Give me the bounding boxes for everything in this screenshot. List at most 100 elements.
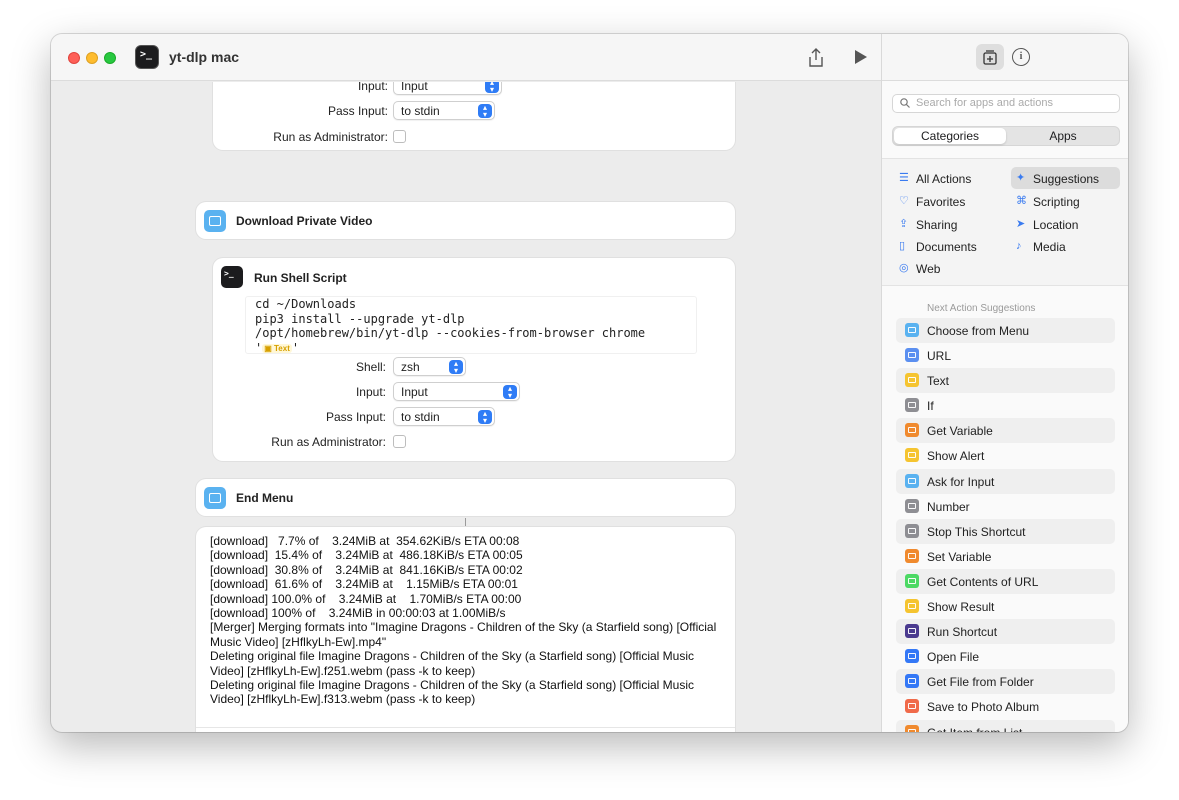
output-line: [download] 30.8% of 3.24MiB at 841.16KiB… [210, 562, 523, 577]
input-bubble-icon [905, 473, 919, 488]
share-icon: ⇪ [899, 218, 909, 230]
shell-select[interactable]: zsh ▴ ▾ [393, 357, 466, 376]
suggestion-item[interactable]: Choose from Menu [896, 318, 1115, 344]
text-variable-token[interactable]: ▣ Text [262, 343, 292, 353]
info-icon[interactable]: i [1012, 48, 1030, 66]
action-library-button[interactable] [976, 44, 1004, 70]
input-select[interactable]: Input ▴ ▾ [393, 382, 520, 401]
title-bar: >_ yt-dlp mac [51, 34, 881, 81]
pass-input-select[interactable]: to stdin ▴ ▾ [393, 101, 495, 120]
suggestion-item[interactable]: Get File from Folder [896, 669, 1115, 695]
run-shell-script-title: Run Shell Script [254, 271, 347, 285]
category-label: Web [916, 262, 941, 276]
chevron-updown-icon: ▴ ▾ [503, 385, 517, 400]
suggestion-item[interactable]: If [896, 393, 1115, 418]
suggestion-item[interactable]: Get Variable [896, 418, 1115, 444]
connector-line [465, 518, 466, 526]
minimize-window-button[interactable] [86, 52, 98, 64]
category-sharing[interactable]: ⇪ Sharing [894, 213, 1004, 235]
apps-tab[interactable]: Apps [1007, 128, 1119, 144]
pass-input-label: Pass Input: [327, 104, 388, 118]
suggestion-item[interactable]: Stop This Shortcut [896, 518, 1115, 544]
terminal-icon: >_ [221, 266, 243, 288]
category-documents[interactable]: ▯ Documents [894, 235, 1004, 257]
output-toolbar [196, 727, 735, 732]
menu-item-icon [204, 487, 226, 509]
link-icon [905, 348, 919, 363]
suggestion-item[interactable]: Get Item from List [896, 719, 1115, 732]
suggestion-label: Number [927, 499, 970, 514]
pass-input-label: Pass Input: [325, 410, 386, 424]
heart-icon: ♡ [899, 195, 909, 207]
suggestion-item[interactable]: Save to Photo Album [896, 694, 1115, 719]
run-as-admin-checkbox[interactable] [393, 435, 406, 448]
category-label: Scripting [1033, 195, 1080, 209]
close-window-button[interactable] [68, 52, 80, 64]
pass-input-select[interactable]: to stdin ▴ ▾ [393, 407, 495, 426]
suggestion-item[interactable]: Show Alert [896, 443, 1115, 468]
variable-icon [905, 548, 919, 563]
compass-icon: ◎ [899, 262, 909, 274]
shortcuts-window: >_ yt-dlp mac Input: Input ▴ ▾ Pass Input:… [51, 34, 1128, 732]
chevron-updown-icon: ▴ ▾ [449, 360, 463, 375]
suggestion-item[interactable]: Number [896, 494, 1115, 519]
text-icon [905, 373, 919, 388]
input-value: Input [401, 82, 428, 93]
library-add-icon [983, 50, 997, 65]
end-menu-action[interactable]: End Menu [196, 479, 735, 516]
code-line: pip3 install --upgrade yt-dlp [255, 311, 465, 326]
category-list: ☰ All Actions ✦ Suggestions ♡ Favorites ⌘ Sc… [882, 158, 1128, 286]
input-label: Input: [355, 385, 386, 399]
category-label: All Actions [916, 172, 972, 186]
quote-open: ' [255, 340, 263, 355]
category-web[interactable]: ◎ Web [894, 257, 1004, 279]
window-title: yt-dlp mac [169, 49, 240, 65]
end-menu-title: End Menu [236, 491, 294, 505]
category-media[interactable]: ♪ Media [1011, 235, 1120, 257]
if-branch-icon [905, 398, 919, 413]
suggestion-item[interactable]: URL [896, 343, 1115, 368]
pass-input-value: to stdin [401, 104, 440, 118]
result-icon [905, 599, 919, 614]
input-label: Input: [357, 82, 388, 93]
suggestion-item[interactable]: Open File [896, 644, 1115, 669]
suggestion-item[interactable]: Run Shortcut [896, 619, 1115, 645]
suggestion-label: URL [927, 349, 952, 364]
download-private-video-title: Download Private Video [236, 214, 373, 228]
menu-item-icon [204, 210, 226, 232]
share-icon[interactable] [807, 48, 825, 68]
suggestion-item[interactable]: Ask for Input [896, 468, 1115, 494]
script-code[interactable]: cd ~/Downloads pip3 install --upgrade yt… [255, 297, 698, 355]
output-line: [download] 100% of 3.24MiB in 00:00:03 a… [210, 606, 506, 621]
suggestion-item[interactable]: Set Variable [896, 544, 1115, 569]
suggestion-item[interactable]: Text [896, 368, 1115, 394]
run-shell-script-card[interactable]: >_ Run Shell Script cd ~/Downloads pip3 … [213, 258, 735, 461]
output-line: [Merger] Merging formats into "Imagine D… [210, 620, 717, 649]
category-all-actions[interactable]: ☰ All Actions [894, 167, 1004, 189]
next-action-suggestions-heading: Next Action Suggestions [927, 303, 1036, 314]
category-location[interactable]: ➤ Location [1011, 213, 1120, 235]
categories-tab[interactable]: Categories [894, 128, 1006, 144]
run-play-icon[interactable] [853, 48, 869, 66]
input-select[interactable]: Input ▴ ▾ [393, 82, 502, 95]
search-actions-input[interactable]: Search for apps and actions [892, 94, 1120, 113]
code-line: /opt/homebrew/bin/yt-dlp --cookies-from-… [255, 326, 646, 340]
shell-value: zsh [401, 360, 420, 374]
suggestion-label: Run Shortcut [927, 625, 998, 640]
run-as-admin-checkbox[interactable] [393, 130, 406, 143]
category-scripting[interactable]: ⌘ Scripting [1011, 190, 1120, 212]
chevron-updown-icon: ▴ ▾ [478, 410, 492, 425]
variable-icon [905, 423, 919, 438]
category-favorites[interactable]: ♡ Favorites [894, 190, 1004, 212]
suggestion-item[interactable]: Show Result [896, 594, 1115, 619]
input-value: Input [401, 385, 428, 399]
download-private-video-action[interactable]: Download Private Video [196, 202, 735, 239]
suggestion-item[interactable]: Get Contents of URL [896, 568, 1115, 595]
category-suggestions[interactable]: ✦ Suggestions [1011, 167, 1120, 189]
hash-icon [905, 498, 919, 513]
category-label: Location [1033, 218, 1079, 232]
suggestion-label: Show Alert [927, 449, 985, 464]
run-as-admin-label: Run as Administrator: [271, 435, 386, 449]
suggestion-label: Open File [927, 650, 980, 665]
zoom-window-button[interactable] [104, 52, 116, 64]
